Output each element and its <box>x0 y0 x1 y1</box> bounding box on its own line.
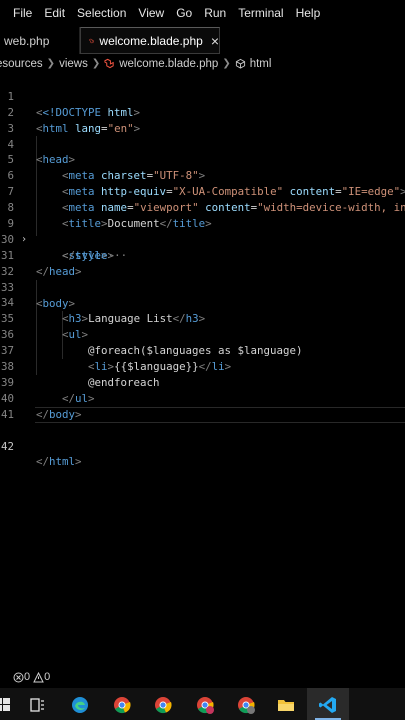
code-line-current: 42 </html> <box>0 406 405 468</box>
file-explorer-icon[interactable] <box>276 695 296 715</box>
line-number: 42 <box>0 439 14 453</box>
warning-count: 0 <box>44 671 51 683</box>
chevron-right-icon: ❯ <box>46 58 56 69</box>
code-line: 30 </style> <box>0 232 115 262</box>
chrome-icon[interactable] <box>112 695 132 715</box>
breadcrumb-resources[interactable]: esources <box>0 58 43 70</box>
code-line: 31 </head> <box>0 248 82 278</box>
code-line: 9 › <style>··· <box>0 200 405 262</box>
code-line: 5 <meta charset="UTF-8"> <box>0 137 405 182</box>
breadcrumb-file[interactable]: welcome.blade.php <box>119 58 218 70</box>
code-line: 36 @foreach($languages as $language) <box>0 328 303 358</box>
chrome-icon[interactable] <box>195 695 215 715</box>
problems-indicator[interactable]: 0 0 <box>13 671 53 683</box>
windows-taskbar <box>0 688 405 720</box>
menu-edit[interactable]: Edit <box>38 0 71 27</box>
laravel-blade-icon <box>104 58 114 69</box>
symbol-element-icon <box>235 58 245 69</box>
tab-welcome-blade-php[interactable]: welcome.blade.php × <box>80 27 220 54</box>
code-line: 33 <body> <box>0 280 76 310</box>
code-line: 39 </ul> <box>0 375 95 405</box>
chevron-right-icon: ❯ <box>91 58 101 69</box>
current-line-highlight <box>35 406 405 423</box>
code-line: 6 <meta http-equiv="X-UA-Compatible" con… <box>0 152 405 198</box>
code-line: 38 @endforeach <box>0 360 160 389</box>
error-icon <box>13 672 24 682</box>
code-line: 35 <ul> <box>0 312 89 342</box>
error-count: 0 <box>24 671 31 683</box>
menu-terminal[interactable]: Terminal <box>232 0 289 27</box>
close-icon[interactable]: × <box>211 33 219 49</box>
code-line: 3 <box>0 105 405 135</box>
code-line: 4 <head> <box>0 121 405 167</box>
editor-tab-bar: web.php welcome.blade.php × <box>0 27 405 54</box>
chrome-icon[interactable] <box>153 695 173 715</box>
code-line: 1 <<!DOCTYPE html> <box>0 73 405 119</box>
menu-run[interactable]: Run <box>198 0 232 27</box>
code-line: 37 <li>{{$language}}</li> <box>0 344 232 374</box>
menu-bar: File Edit Selection View Go Run Terminal… <box>0 0 405 27</box>
menu-go[interactable]: Go <box>170 0 198 27</box>
breadcrumb-html[interactable]: html <box>250 58 272 70</box>
code-line: 2 <html lang="en"> <box>0 89 405 135</box>
menu-view[interactable]: View <box>132 0 170 27</box>
menu-help[interactable]: Help <box>290 0 327 27</box>
chevron-right-icon: ❯ <box>222 58 231 69</box>
code-line: 41 <box>0 391 405 421</box>
code-line: 7 <meta name="viewport" content="width=d… <box>0 168 405 214</box>
code-line: 34 <h3>Language List</h3> <box>0 296 206 326</box>
status-bar: 0 0 <box>0 668 405 686</box>
code-line: 8 <title>Document</title> <box>0 184 405 230</box>
tab-web-php[interactable]: web.php <box>0 27 80 54</box>
code-line: 32 <box>0 248 405 278</box>
laravel-blade-icon <box>89 38 94 43</box>
warning-icon <box>33 671 44 682</box>
code-line: 40 </body> <box>0 391 82 421</box>
tab-label: welcome.blade.php <box>99 33 203 48</box>
breadcrumb-views[interactable]: views <box>59 58 88 70</box>
chrome-icon[interactable] <box>236 695 256 715</box>
edge-icon[interactable] <box>70 695 90 715</box>
task-view-icon[interactable] <box>28 695 48 715</box>
menu-selection[interactable]: Selection <box>71 0 132 27</box>
tab-label: web.php <box>4 33 50 48</box>
breadcrumb: esources ❯ views ❯ welcome.blade.php ❯ h… <box>0 54 401 73</box>
code-editor[interactable]: 1 <<!DOCTYPE html> 2 <html lang="en"> 3 … <box>0 73 405 663</box>
vscode-icon[interactable] <box>318 695 338 715</box>
windows-start-icon[interactable] <box>0 695 14 715</box>
menu-file[interactable]: File <box>0 0 38 27</box>
